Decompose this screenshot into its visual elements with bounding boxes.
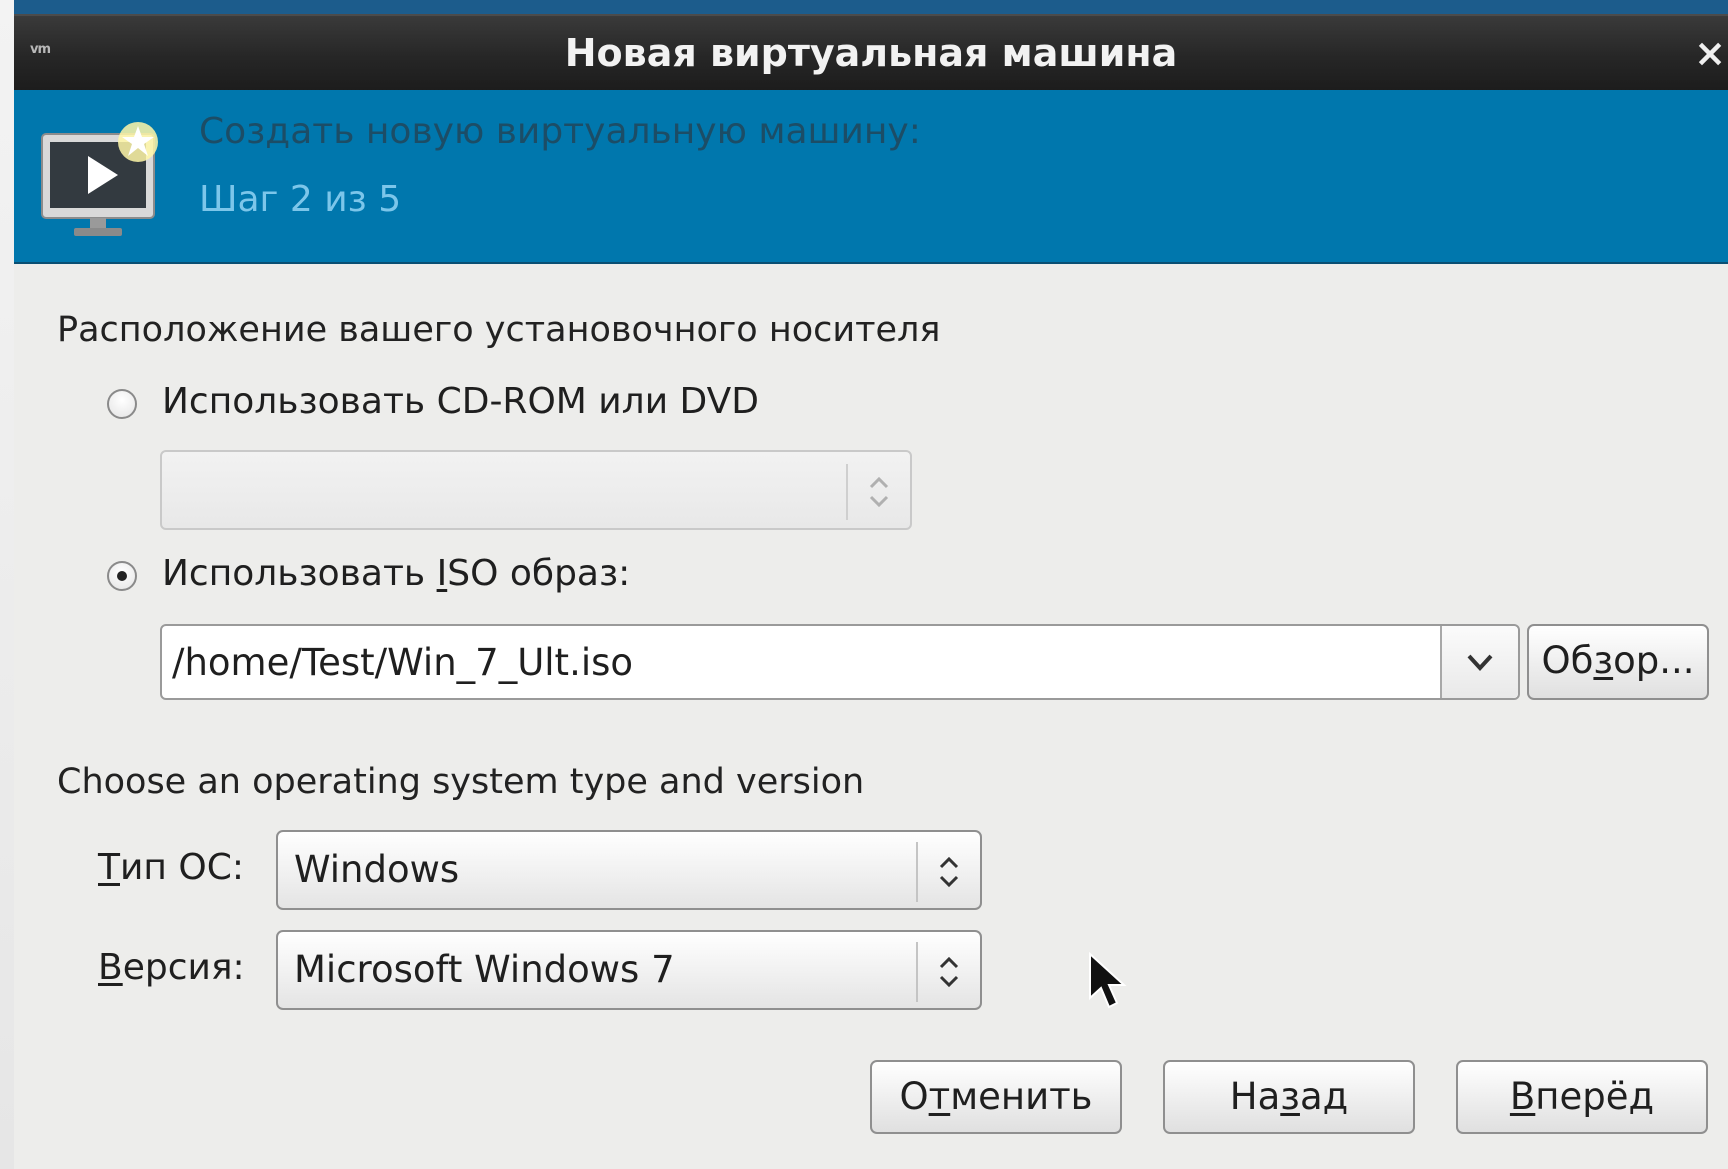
cancel-label-mnemonic: т xyxy=(928,1075,951,1118)
updown-arrows-icon xyxy=(869,476,889,508)
back-label-pre: На xyxy=(1229,1075,1281,1118)
install-media-heading: Расположение вашего установочного носите… xyxy=(57,310,941,350)
forward-button[interactable]: Вперёд xyxy=(1456,1060,1708,1134)
mouse-pointer-icon xyxy=(1089,952,1127,1009)
select-separator xyxy=(916,842,918,902)
forward-label-mnemonic: В xyxy=(1509,1075,1536,1118)
combo-separator xyxy=(846,464,848,520)
new-vm-dialog: vm Новая виртуальная машина × Создать но… xyxy=(14,0,1728,1169)
wizard-banner: Создать новую виртуальную машину: Шаг 2 … xyxy=(14,90,1728,264)
titlebar[interactable]: vm Новая виртуальная машина × xyxy=(14,14,1728,92)
window-frame-left xyxy=(0,0,14,1169)
iso-label-mnemonic: I xyxy=(436,553,448,594)
os-version-label: Версия: xyxy=(98,946,245,990)
cdrom-device-combo xyxy=(160,450,912,530)
os-version-value: Microsoft Windows 7 xyxy=(294,948,675,991)
select-separator xyxy=(916,942,918,1002)
radio-iso-label[interactable]: Использовать ISO образ: xyxy=(162,552,630,596)
banner-step: Шаг 2 из 5 xyxy=(199,179,402,220)
os-heading: Choose an operating system type and vers… xyxy=(57,762,865,802)
cancel-label-pre: О xyxy=(899,1075,929,1118)
iso-path-combo[interactable]: /home/Test/Win_7_Ult.iso xyxy=(160,624,1520,700)
forward-label-post: перёд xyxy=(1535,1075,1655,1118)
updown-arrows-icon xyxy=(939,956,959,988)
browse-label-mnemonic: з xyxy=(1593,639,1614,682)
back-label-mnemonic: з xyxy=(1280,1075,1300,1118)
window-title: Новая виртуальная машина xyxy=(564,31,1178,75)
close-button[interactable]: × xyxy=(1690,30,1728,76)
back-button[interactable]: Назад xyxy=(1163,1060,1415,1134)
banner-title: Создать новую виртуальную машину: xyxy=(199,111,921,152)
os-type-label-rest: ип ОС: xyxy=(120,847,244,888)
back-label-post: ад xyxy=(1299,1075,1349,1118)
os-type-label: Тип ОС: xyxy=(98,846,244,890)
monitor-play-star-icon xyxy=(41,122,158,236)
os-type-select[interactable]: Windows xyxy=(276,830,982,910)
iso-label-post: SO образ: xyxy=(447,553,631,594)
updown-arrows-icon xyxy=(939,856,959,888)
iso-dropdown-button[interactable] xyxy=(1440,626,1518,698)
os-version-select[interactable]: Microsoft Windows 7 xyxy=(276,930,982,1010)
titlebar-top-edge xyxy=(14,0,1728,14)
iso-label-pre: Использовать xyxy=(162,553,437,594)
os-version-mnemonic: В xyxy=(98,947,123,988)
os-type-mnemonic: Т xyxy=(98,847,120,888)
browse-button[interactable]: Обзор... xyxy=(1527,624,1709,700)
radio-iso[interactable] xyxy=(107,561,137,591)
chevron-down-icon xyxy=(1467,654,1493,671)
browse-label-post: ор... xyxy=(1613,639,1695,682)
iso-path-input[interactable]: /home/Test/Win_7_Ult.iso xyxy=(172,640,633,686)
radio-cdrom[interactable] xyxy=(107,389,137,419)
os-type-value: Windows xyxy=(294,848,460,891)
browse-label-pre: Об xyxy=(1541,639,1594,682)
cancel-button[interactable]: Отменить xyxy=(870,1060,1122,1134)
radio-cdrom-label[interactable]: Использовать CD-ROM или DVD xyxy=(162,380,759,424)
cancel-label-post: менить xyxy=(950,1075,1093,1118)
os-version-label-rest: ерсия: xyxy=(122,947,245,988)
